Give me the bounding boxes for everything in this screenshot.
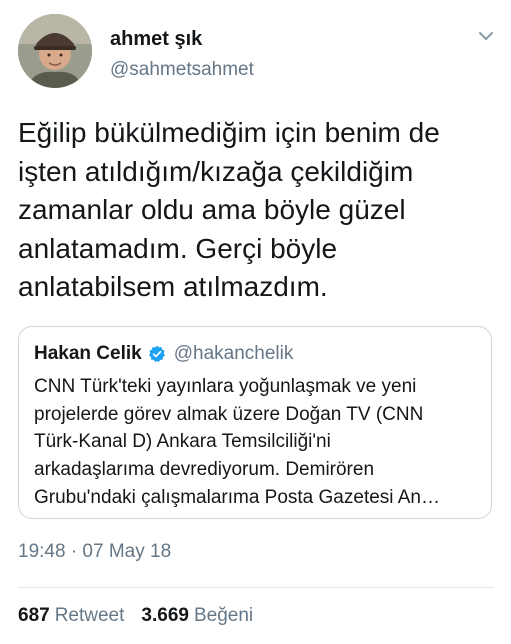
retweet-count: 687 bbox=[18, 605, 50, 626]
retweet-label: Retweet bbox=[54, 605, 125, 626]
quoted-author-handle: @hakanchelik bbox=[173, 343, 294, 364]
author-display-name[interactable]: ahmet şık bbox=[110, 27, 202, 51]
quoted-tweet-card[interactable]: Hakan Celik @hakanchelik CNN Türk'teki y… bbox=[18, 326, 492, 519]
avatar-image bbox=[18, 14, 92, 88]
like-label: Beğeni bbox=[193, 605, 254, 626]
quoted-author-display-name: Hakan Celik bbox=[34, 343, 142, 364]
tweet-stats: 687 Retweet 3.669 Beğeni bbox=[18, 605, 253, 627]
avatar[interactable] bbox=[18, 14, 92, 88]
tweet-card: ahmet şık @sahmetsahmet Eğilip bükülmedi… bbox=[0, 0, 511, 644]
retweet-stat[interactable]: 687 Retweet bbox=[18, 605, 124, 627]
quoted-tweet-header: Hakan Celik @hakanchelik bbox=[34, 341, 293, 367]
like-stat[interactable]: 3.669 Beğeni bbox=[141, 605, 253, 627]
tweet-timestamp[interactable]: 19:48 · 07 May 18 bbox=[18, 541, 171, 563]
author-handle[interactable]: @sahmetsahmet bbox=[110, 58, 254, 82]
tweet-text: Eğilip bükülmediğim için benim de işten … bbox=[18, 117, 440, 302]
chevron-down-icon[interactable] bbox=[476, 26, 496, 46]
quoted-tweet-text: CNN Türk'teki yayınlara yoğunlaşmak ve y… bbox=[34, 376, 440, 508]
verified-badge-icon bbox=[148, 345, 165, 363]
divider bbox=[18, 587, 494, 588]
like-count: 3.669 bbox=[141, 605, 189, 626]
